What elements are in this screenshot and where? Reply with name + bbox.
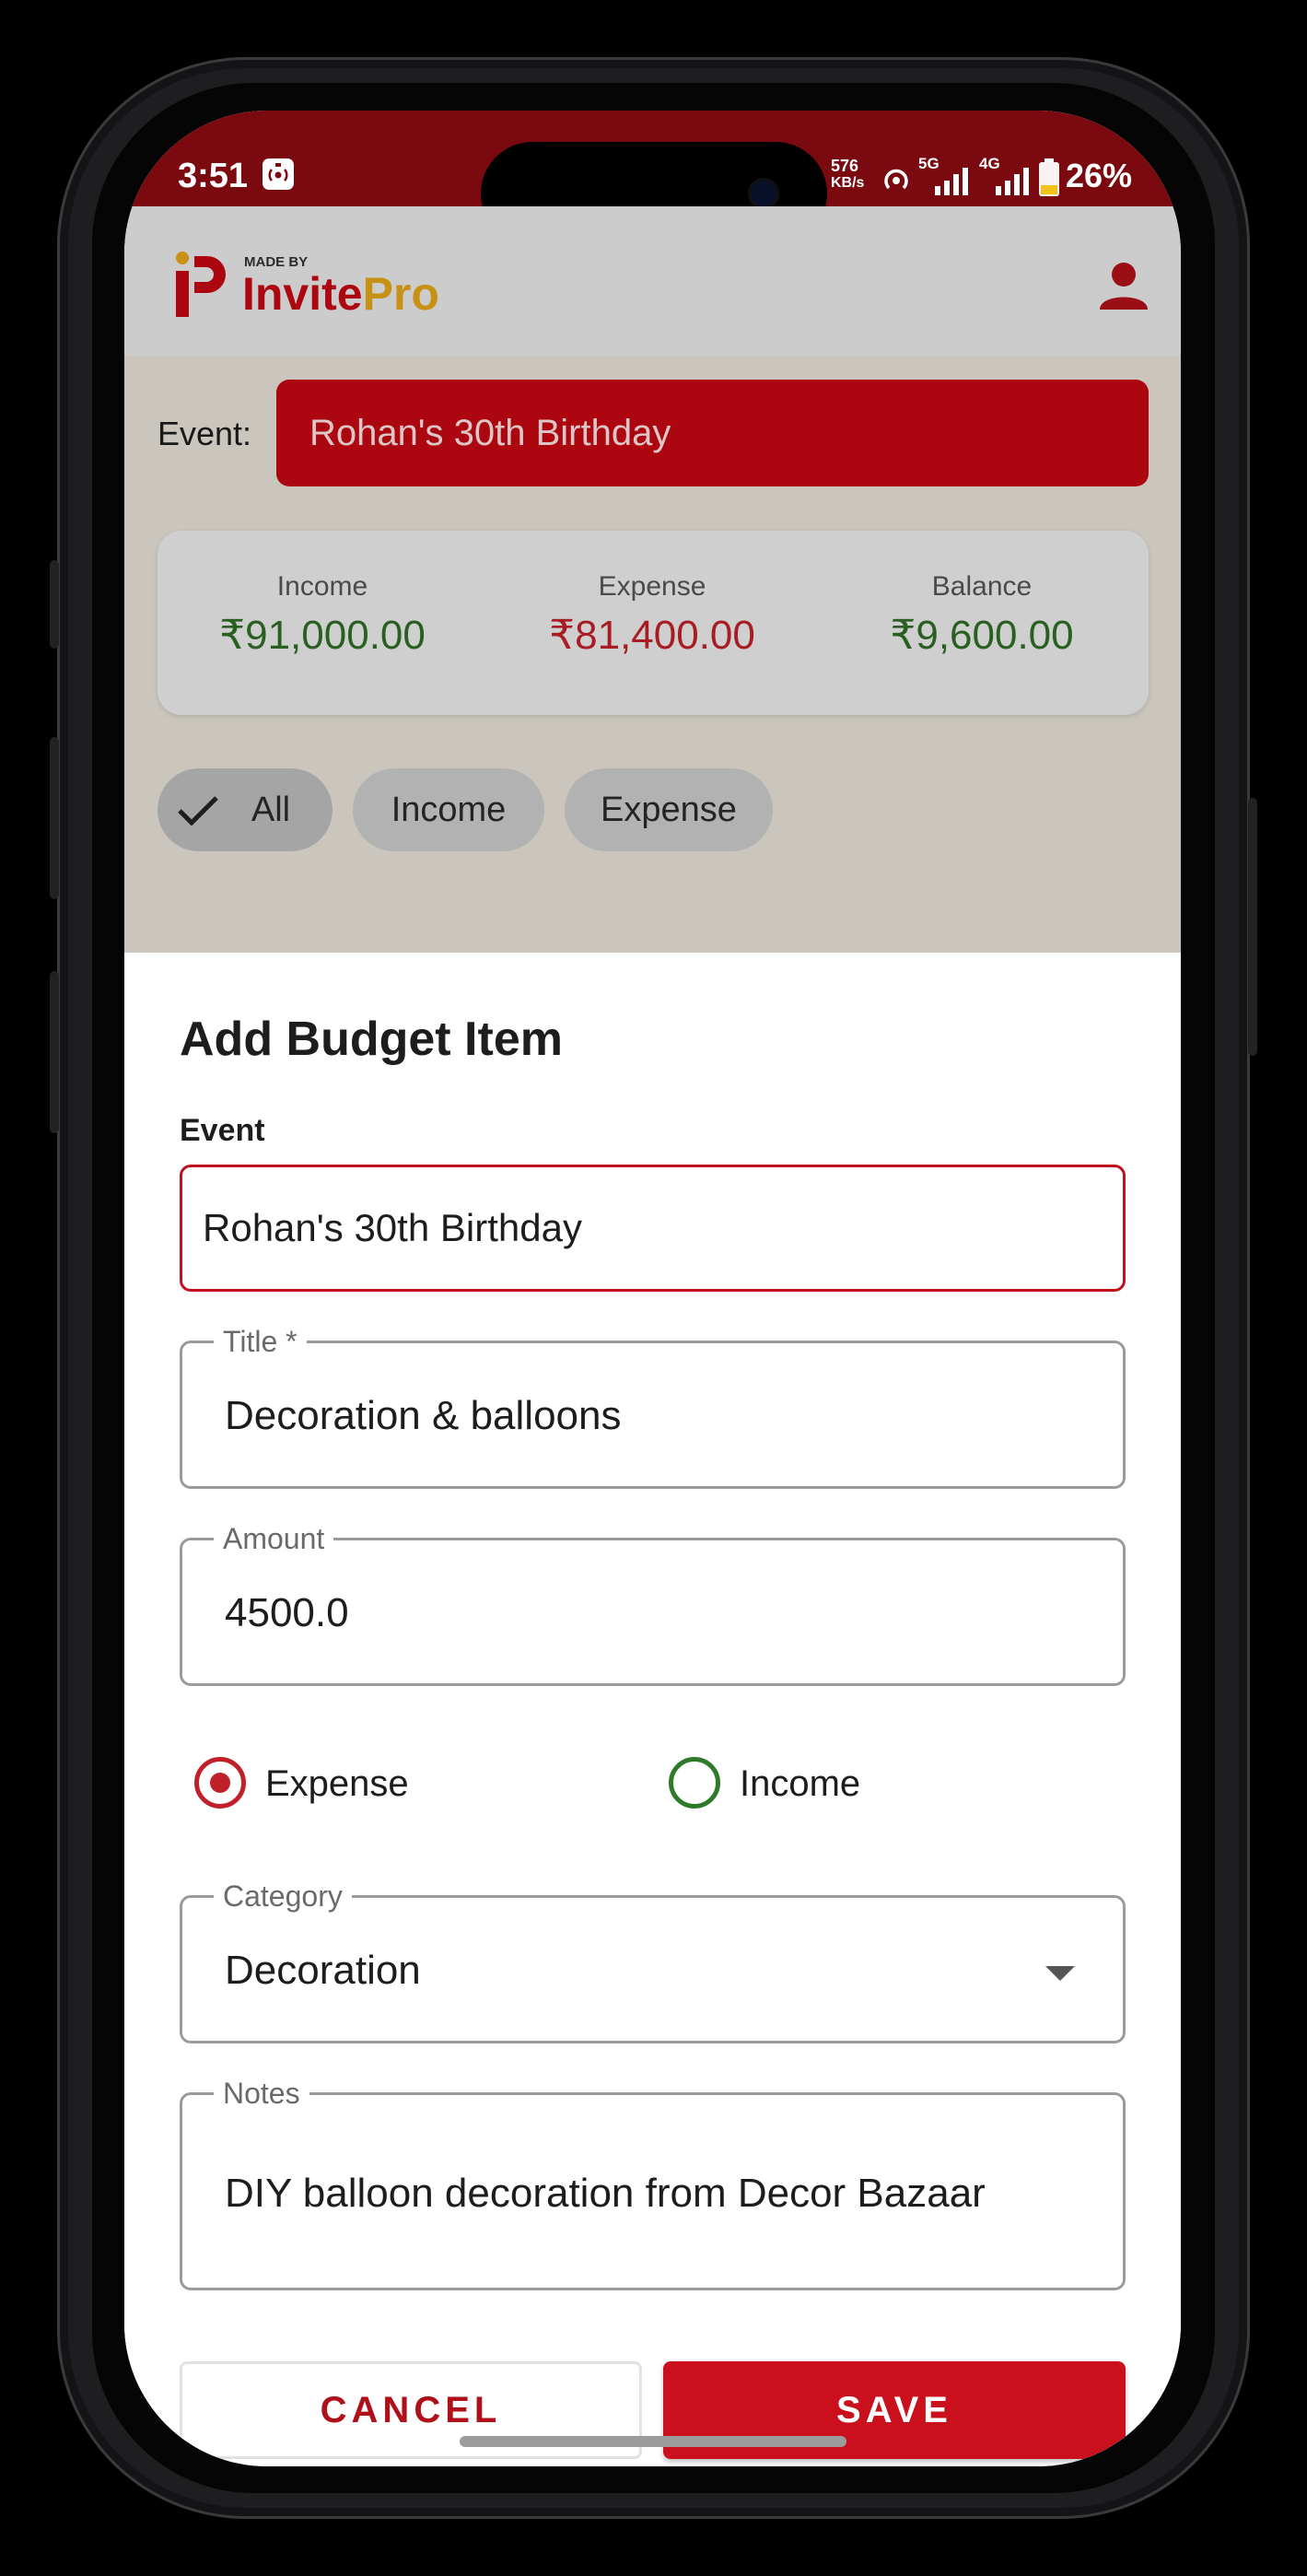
hotspot-notification-icon	[263, 158, 294, 190]
battery-percent: 26%	[1066, 157, 1133, 194]
title-field[interactable]: Title * Decoration & balloons	[180, 1325, 1126, 1489]
modal-scrim[interactable]	[124, 206, 1181, 953]
hotspot-icon	[878, 160, 915, 197]
category-field-label: Category	[214, 1879, 352, 1913]
sheet-title: Add Budget Item	[180, 1013, 563, 1066]
dropdown-arrow-icon	[1045, 1966, 1075, 1981]
battery-icon	[1038, 158, 1060, 197]
net-speed-unit: KB/s	[831, 175, 865, 191]
volume-down-button	[50, 971, 59, 1133]
amount-field-label: Amount	[214, 1522, 334, 1555]
title-field-label: Title *	[214, 1325, 307, 1358]
expense-radio-label[interactable]: Expense	[265, 1763, 409, 1805]
signal-icon-2	[994, 166, 1034, 195]
amount-field-value: 4500.0	[225, 1590, 349, 1635]
home-indicator[interactable]	[460, 2436, 846, 2447]
phone-screen: 3:51 576 KB/s 5G 4G 26% MADE BY InvitePr…	[124, 111, 1181, 2466]
category-dropdown[interactable]: Category Decoration	[180, 1879, 1126, 2043]
income-radio-label[interactable]: Income	[740, 1763, 860, 1805]
action-button	[50, 560, 59, 649]
signal-icon-1	[933, 166, 974, 195]
notes-field-value: DIY balloon decoration from Decor Bazaar	[225, 2171, 986, 2216]
income-radio[interactable]	[669, 1757, 720, 1809]
power-button	[1248, 798, 1257, 1056]
amount-field[interactable]: Amount 4500.0	[180, 1522, 1126, 1686]
notes-field[interactable]: Notes DIY balloon decoration from Decor …	[180, 2077, 1126, 2290]
title-field-value: Decoration & balloons	[225, 1393, 622, 1438]
status-time: 3:51	[178, 157, 249, 195]
category-field-value: Decoration	[225, 1948, 421, 1993]
front-camera	[751, 181, 776, 206]
volume-up-button	[50, 737, 59, 899]
event-field-caption: Event	[180, 1113, 265, 1148]
event-field[interactable]: Rohan's 30th Birthday	[180, 1165, 1126, 1292]
notes-field-label: Notes	[214, 2077, 309, 2110]
net-speed-value: 576	[831, 157, 859, 175]
expense-radio[interactable]	[194, 1757, 246, 1809]
